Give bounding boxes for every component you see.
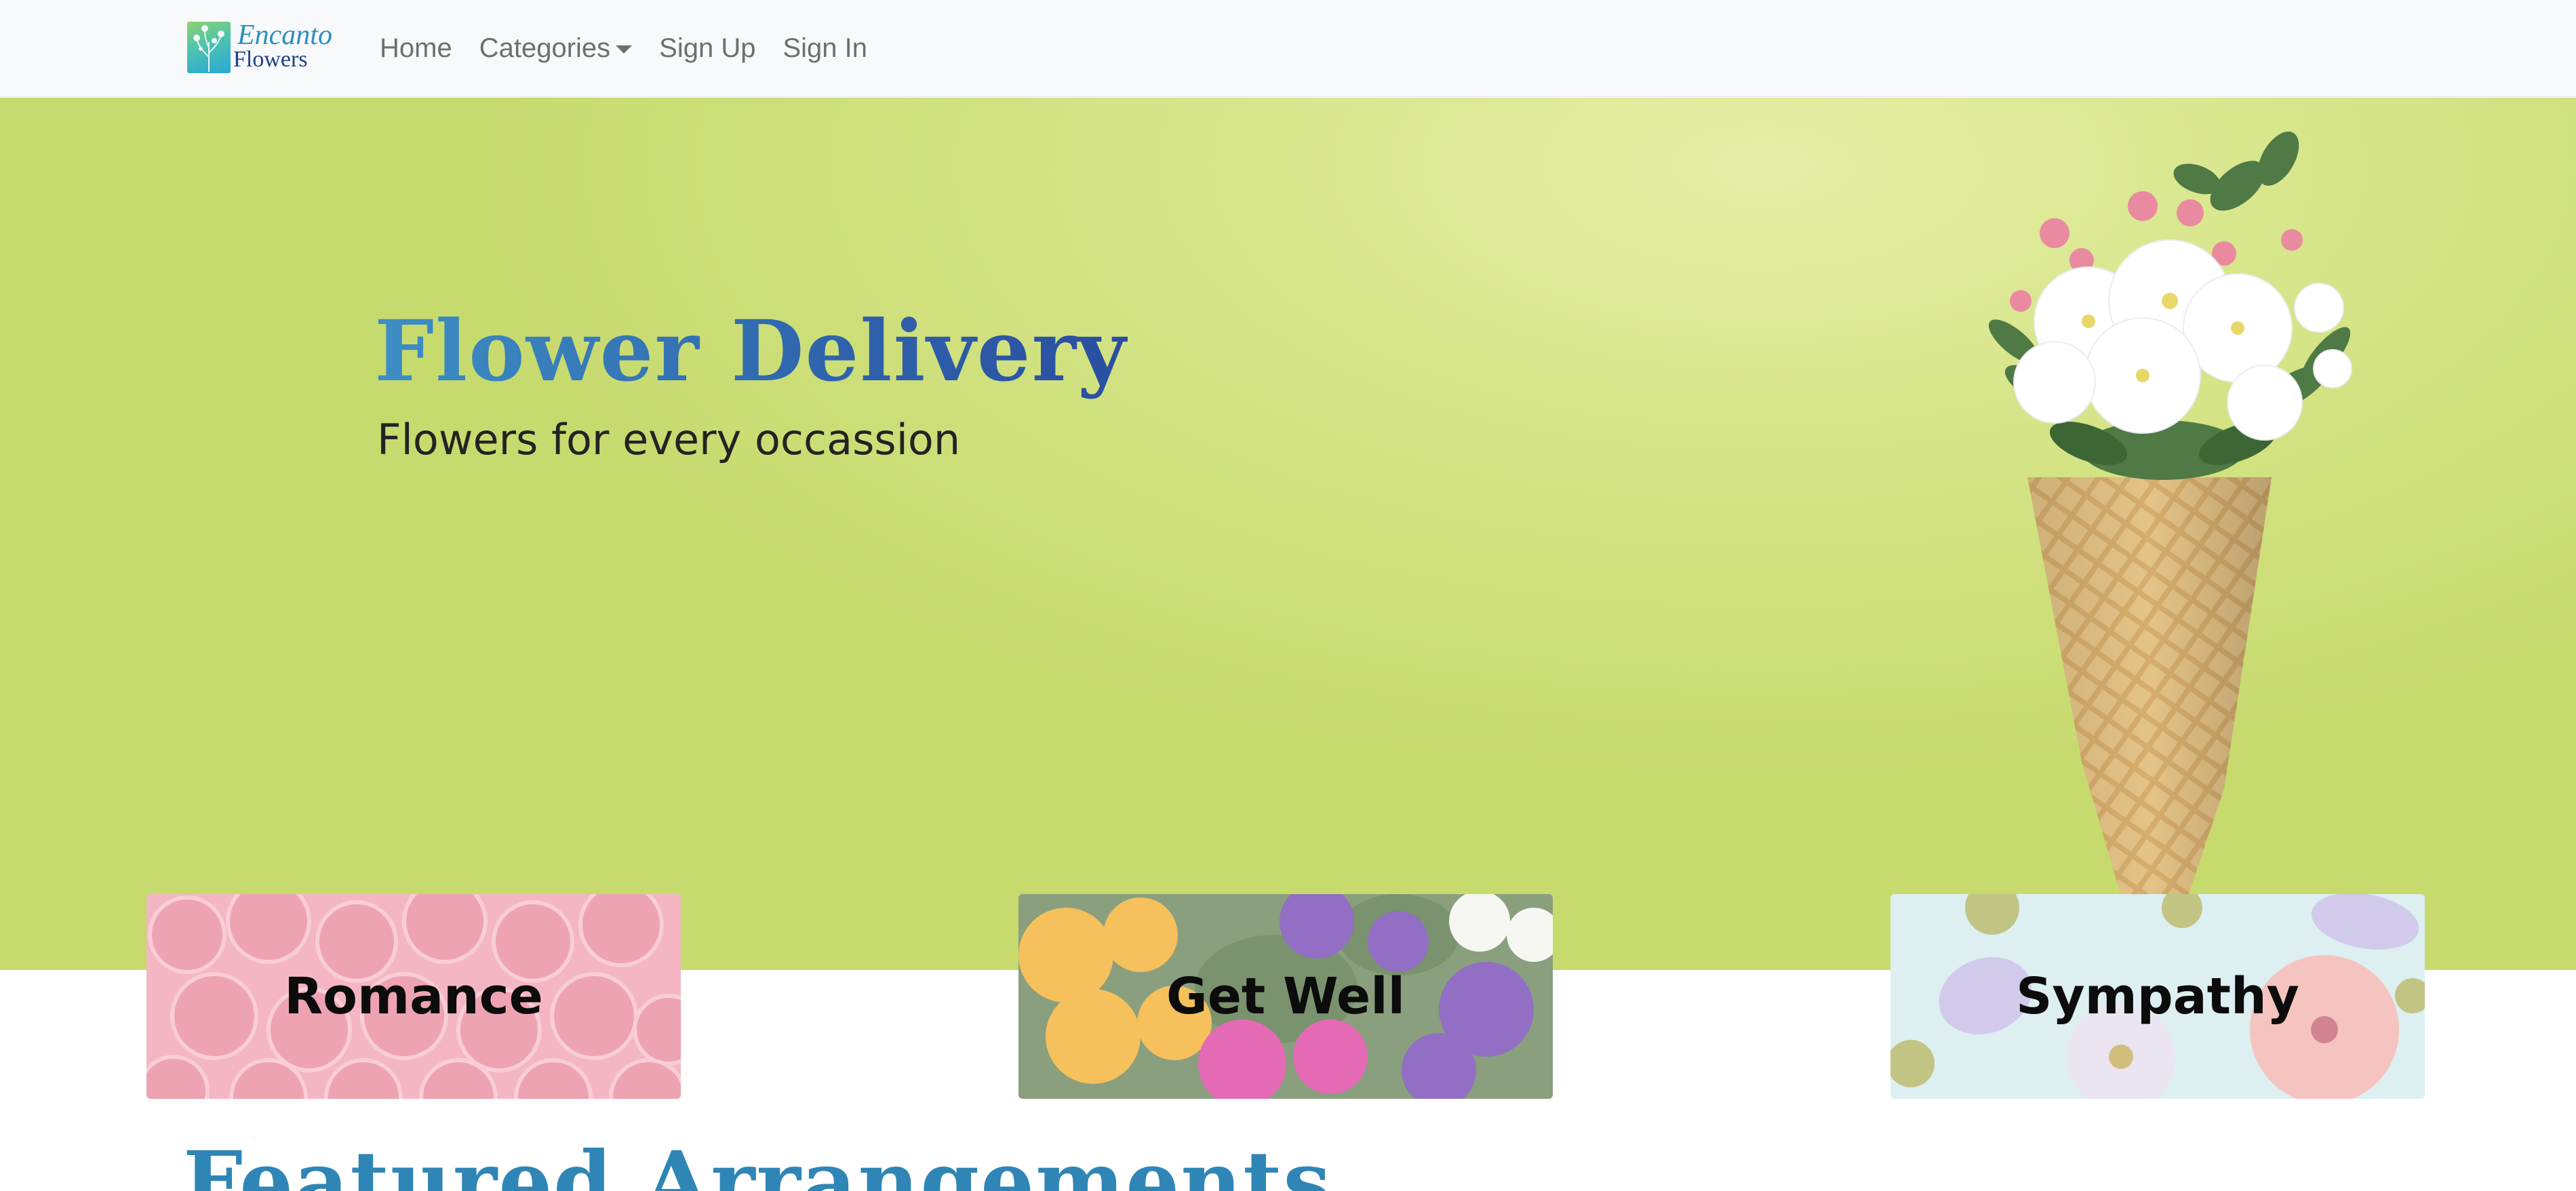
featured-arrangements-heading: Featured Arrangements xyxy=(183,1133,1332,1191)
hero-banner: Flower Delivery Flowers for every occass… xyxy=(0,98,2576,970)
nav-categories-dropdown[interactable]: Categories xyxy=(466,27,646,69)
navbar: Encanto Flowers Home Categories Sign Up … xyxy=(0,0,2576,97)
category-card-romance[interactable]: Romance xyxy=(146,894,681,1099)
brand-name-secondary: Flowers xyxy=(233,47,308,72)
nav-categories-label: Categories xyxy=(479,33,611,63)
flower-logo-icon xyxy=(187,22,231,73)
nav-sign-up-link[interactable]: Sign Up xyxy=(646,27,769,69)
caret-down-icon xyxy=(616,45,633,54)
category-label-romance: Romance xyxy=(284,967,543,1026)
hero-subtitle: Flowers for every occassion xyxy=(377,415,961,464)
category-label-get-well: Get Well xyxy=(1166,967,1405,1026)
nav-home-link[interactable]: Home xyxy=(377,27,466,69)
category-card-get-well[interactable]: Get Well xyxy=(1018,894,1553,1099)
page: Encanto Flowers Home Categories Sign Up … xyxy=(0,0,2576,1191)
brand-logo-link[interactable]: Encanto Flowers xyxy=(186,19,342,75)
nav-sign-in-link[interactable]: Sign In xyxy=(769,27,881,69)
nav-links: Home Categories Sign Up Sign In xyxy=(377,27,881,69)
hero-title: Flower Delivery xyxy=(374,301,1128,403)
category-card-sympathy[interactable]: Sympathy xyxy=(1890,894,2425,1099)
category-label-sympathy: Sympathy xyxy=(2016,967,2299,1026)
flower-cone-bouquet-image xyxy=(1988,132,2352,970)
